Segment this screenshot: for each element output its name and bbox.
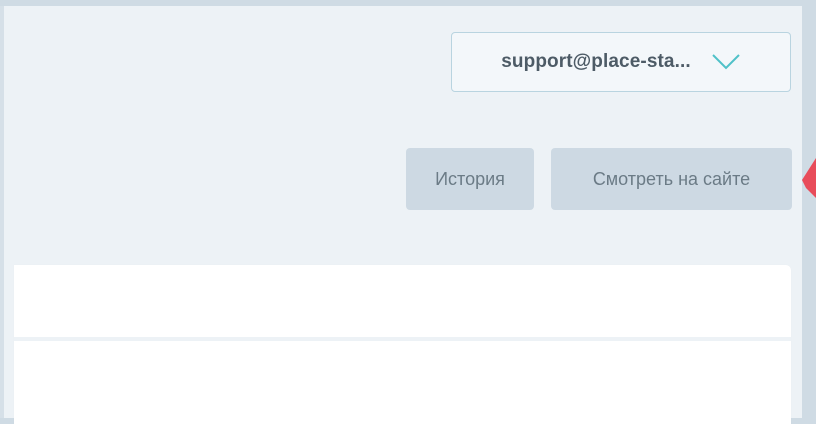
account-dropdown[interactable]: support@place-sta... [451,32,791,92]
content-card [14,265,791,424]
card-divider [14,337,791,341]
history-button[interactable]: История [406,148,534,210]
view-on-site-button[interactable]: Смотреть на сайте [551,148,792,210]
annotation-arrow-icon [802,158,816,198]
main-panel: support@place-sta... История Смотреть на… [0,6,802,424]
account-email-label: support@place-sta... [501,51,691,72]
chevron-down-icon [712,54,740,70]
history-button-label: История [435,168,505,189]
view-on-site-button-label: Смотреть на сайте [592,168,751,189]
